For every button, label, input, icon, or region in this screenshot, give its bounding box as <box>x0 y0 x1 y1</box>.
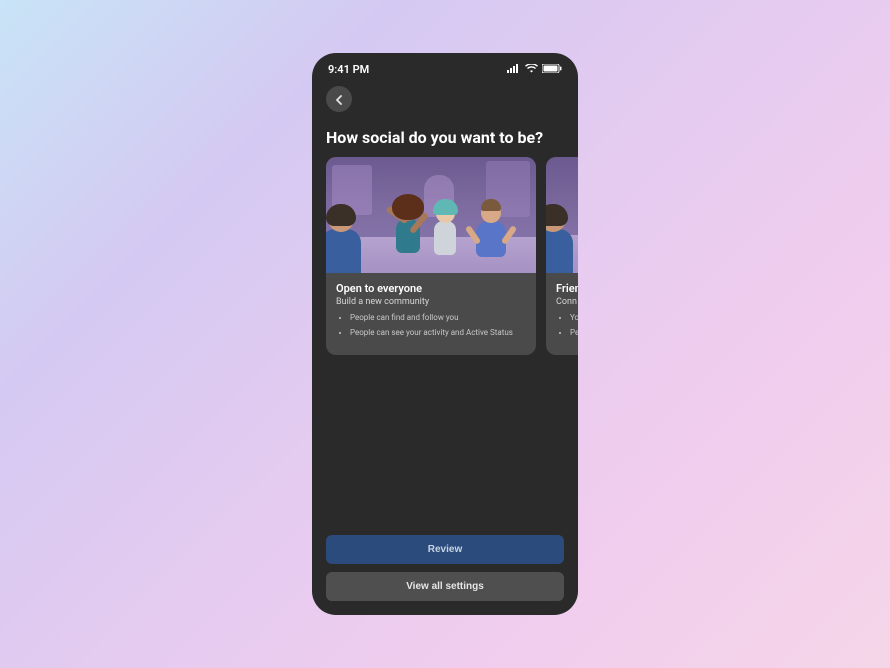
card-subtitle: Build a new community <box>336 297 526 307</box>
card-bullet: People can see your activity and Active … <box>350 328 526 339</box>
signal-icon <box>507 63 521 76</box>
cards-carousel[interactable]: Open to everyone Build a new community P… <box>312 157 578 355</box>
battery-icon <box>542 63 562 76</box>
page-title: How social do you want to be? <box>312 112 578 157</box>
card-bullet: Pe an <box>570 328 578 339</box>
card-subtitle: Conn <box>556 297 578 307</box>
status-time: 9:41 PM <box>328 63 369 76</box>
card-friends[interactable]: Frien Conn Yo Pe an <box>546 157 578 355</box>
card-bullet-list: Yo Pe an <box>556 313 578 339</box>
card-body: Open to everyone Build a new community P… <box>326 273 536 355</box>
card-open-to-everyone[interactable]: Open to everyone Build a new community P… <box>326 157 536 355</box>
footer-buttons: Review View all settings <box>326 535 564 601</box>
wifi-icon <box>525 63 538 76</box>
back-button[interactable] <box>326 86 352 112</box>
card-bullet: People can find and follow you <box>350 313 526 324</box>
view-all-settings-button[interactable]: View all settings <box>326 572 564 601</box>
card-title: Frien <box>556 282 578 295</box>
status-bar: 9:41 PM <box>312 53 578 80</box>
card-bullet-list: People can find and follow you People ca… <box>336 313 526 339</box>
review-button[interactable]: Review <box>326 535 564 564</box>
card-illustration <box>546 157 578 273</box>
phone-frame: 9:41 PM How social do you want to be? <box>312 53 578 615</box>
card-illustration <box>326 157 536 273</box>
status-icons <box>507 63 562 76</box>
chevron-left-icon <box>335 90 343 109</box>
card-title: Open to everyone <box>336 282 526 295</box>
card-bullet: Yo <box>570 313 578 324</box>
card-body: Frien Conn Yo Pe an <box>546 273 578 355</box>
